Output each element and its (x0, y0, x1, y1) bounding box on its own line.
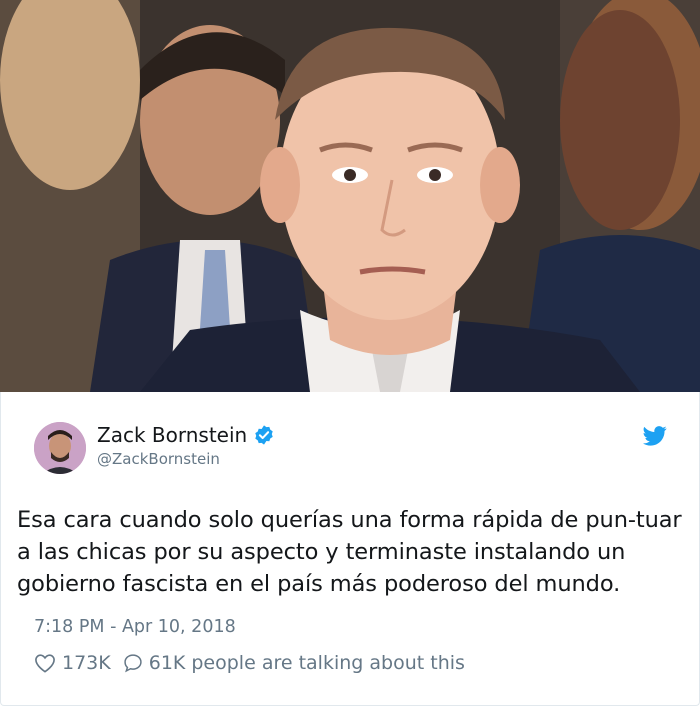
tweet-card[interactable]: Zack Bornstein @ZackBornstein Esa cara c… (0, 392, 700, 706)
tweet-timestamp[interactable]: 7:18 PM - Apr 10, 2018 (34, 617, 236, 637)
reply-bubble-icon[interactable] (123, 653, 143, 673)
author-name-row[interactable]: Zack Bornstein (97, 423, 275, 447)
heart-icon[interactable] (34, 653, 56, 673)
author-handle[interactable]: @ZackBornstein (97, 450, 220, 468)
author-name[interactable]: Zack Bornstein (97, 423, 247, 447)
meme-post: Zack Bornstein @ZackBornstein Esa cara c… (0, 0, 700, 707)
like-count: 173K (62, 652, 111, 674)
avatar-image (34, 422, 86, 474)
tweet-stats: 173K 61K people are talking about this (34, 652, 465, 674)
tweet-text: Esa cara cuando solo querías una forma r… (17, 507, 682, 597)
verified-badge-icon (255, 425, 273, 445)
photo-illustration (0, 0, 700, 392)
avatar[interactable] (34, 422, 86, 474)
reply-count: 61K (148, 652, 186, 674)
twitter-bird-icon[interactable] (643, 426, 667, 446)
talking-label[interactable]: people are talking about this (191, 652, 465, 674)
meme-photo (0, 0, 700, 392)
